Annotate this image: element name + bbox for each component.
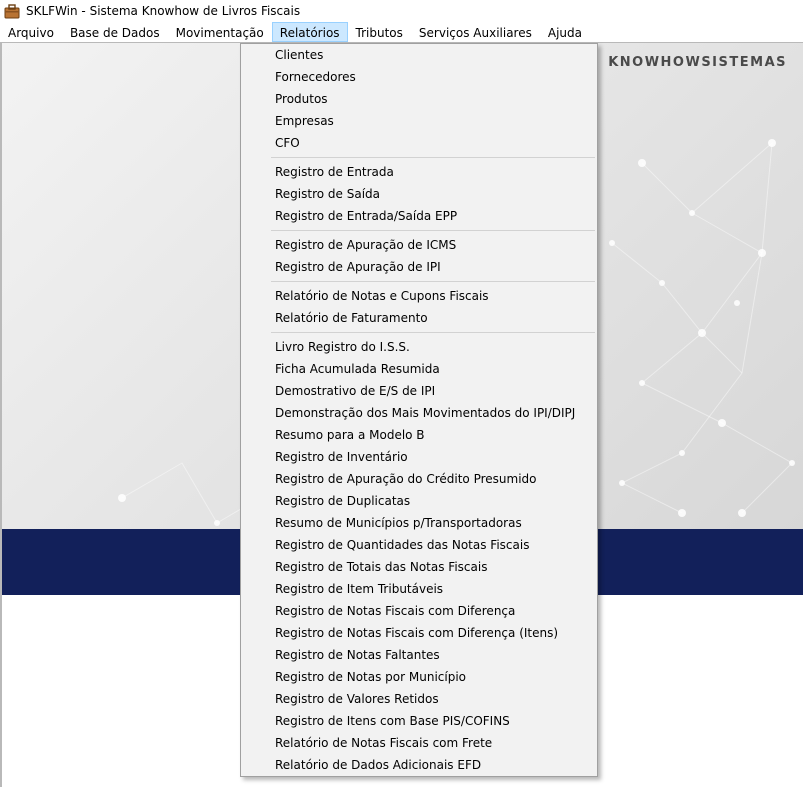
menu-item-totais-notas[interactable]: Registro de Totais das Notas Fiscais <box>241 556 597 578</box>
menu-item-produtos[interactable]: Produtos <box>241 88 597 110</box>
menu-item-quantidades-notas[interactable]: Registro de Quantidades das Notas Fiscai… <box>241 534 597 556</box>
brand-logo-text: KNOWHOWSISTEMAS <box>608 55 787 70</box>
menu-item-empresas[interactable]: Empresas <box>241 110 597 132</box>
menu-item-notas-cupons-fiscais[interactable]: Relatório de Notas e Cupons Fiscais <box>241 285 597 307</box>
menu-item-municipios-transportadoras[interactable]: Resumo de Municípios p/Transportadoras <box>241 512 597 534</box>
menu-separator <box>241 154 597 161</box>
menu-item-duplicatas[interactable]: Registro de Duplicatas <box>241 490 597 512</box>
menu-item-faturamento[interactable]: Relatório de Faturamento <box>241 307 597 329</box>
menu-movimentacao[interactable]: Movimentação <box>168 22 272 42</box>
menu-item-inventario[interactable]: Registro de Inventário <box>241 446 597 468</box>
menu-item-itens-pis-cofins[interactable]: Registro de Itens com Base PIS/COFINS <box>241 710 597 732</box>
menu-separator <box>241 278 597 285</box>
menu-item-registro-entrada[interactable]: Registro de Entrada <box>241 161 597 183</box>
window-title: SKLFWin - Sistema Knowhow de Livros Fisc… <box>26 4 301 18</box>
menu-item-valores-retidos[interactable]: Registro de Valores Retidos <box>241 688 597 710</box>
menu-item-demonstrativo-es-ipi[interactable]: Demostrativo de E/S de IPI <box>241 380 597 402</box>
briefcase-icon <box>4 3 20 19</box>
menu-separator <box>241 227 597 234</box>
menu-separator <box>241 329 597 336</box>
menu-item-ficha-acumulada[interactable]: Ficha Acumulada Resumida <box>241 358 597 380</box>
menu-item-clientes[interactable]: Clientes <box>241 44 597 66</box>
menu-ajuda[interactable]: Ajuda <box>540 22 590 42</box>
menu-base-de-dados[interactable]: Base de Dados <box>62 22 168 42</box>
menu-item-livro-iss[interactable]: Livro Registro do I.S.S. <box>241 336 597 358</box>
menu-item-registro-saida[interactable]: Registro de Saída <box>241 183 597 205</box>
menu-item-registro-entrada-saida-epp[interactable]: Registro de Entrada/Saída EPP <box>241 205 597 227</box>
menu-servicos-auxiliares[interactable]: Serviços Auxiliares <box>411 22 540 42</box>
menu-item-notas-diferenca-itens[interactable]: Registro de Notas Fiscais com Diferença … <box>241 622 597 644</box>
menu-item-mais-movimentados[interactable]: Demonstração dos Mais Movimentados do IP… <box>241 402 597 424</box>
menu-item-credito-presumido[interactable]: Registro de Apuração do Crédito Presumid… <box>241 468 597 490</box>
menu-item-fornecedores[interactable]: Fornecedores <box>241 66 597 88</box>
menu-relatorios[interactable]: Relatórios <box>271 22 348 42</box>
menu-item-notas-faltantes[interactable]: Registro de Notas Faltantes <box>241 644 597 666</box>
menu-tributos[interactable]: Tributos <box>348 22 411 42</box>
menu-item-apuracao-icms[interactable]: Registro de Apuração de ICMS <box>241 234 597 256</box>
menu-item-item-tributaveis[interactable]: Registro de Item Tributáveis <box>241 578 597 600</box>
menu-bar: Arquivo Base de Dados Movimentação Relat… <box>0 22 803 42</box>
menu-item-notas-frete[interactable]: Relatório de Notas Fiscais com Frete <box>241 732 597 754</box>
title-bar: SKLFWin - Sistema Knowhow de Livros Fisc… <box>0 0 803 22</box>
menu-item-apuracao-ipi[interactable]: Registro de Apuração de IPI <box>241 256 597 278</box>
menu-item-notas-municipio[interactable]: Registro de Notas por Município <box>241 666 597 688</box>
menu-arquivo[interactable]: Arquivo <box>0 22 62 42</box>
menu-item-cfo[interactable]: CFO <box>241 132 597 154</box>
menu-item-resumo-modelo-b[interactable]: Resumo para a Modelo B <box>241 424 597 446</box>
menu-item-dados-adicionais-efd[interactable]: Relatório de Dados Adicionais EFD <box>241 754 597 776</box>
relatorios-dropdown-menu: Clientes Fornecedores Produtos Empresas … <box>240 43 598 777</box>
menu-item-notas-diferenca[interactable]: Registro de Notas Fiscais com Diferença <box>241 600 597 622</box>
